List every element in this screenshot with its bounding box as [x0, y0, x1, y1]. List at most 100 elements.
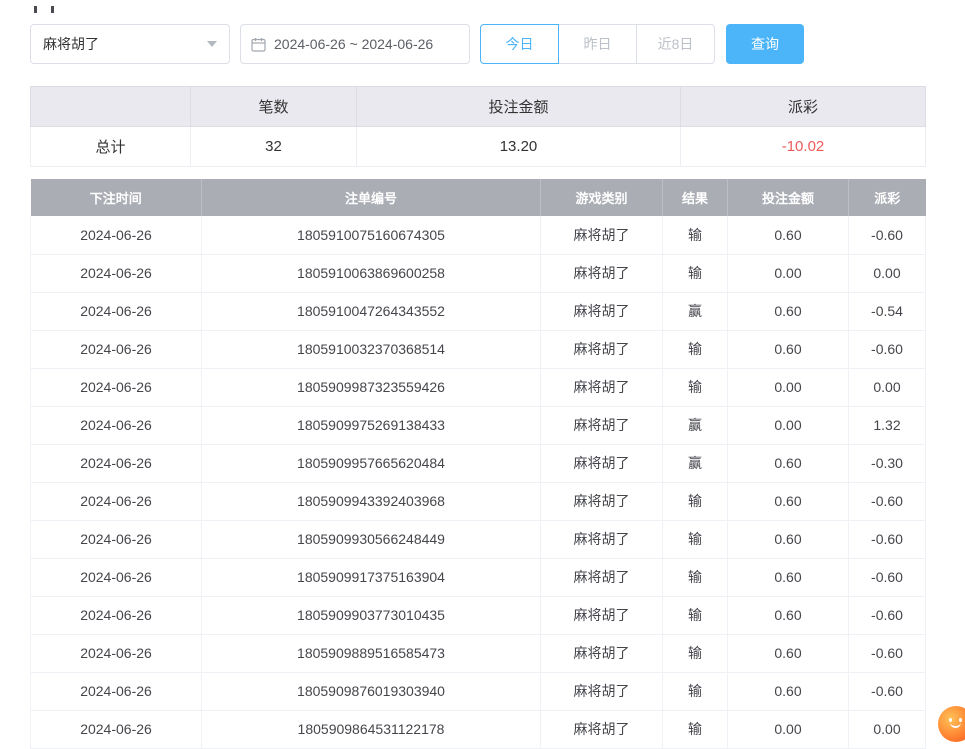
order-number-cell: 1805909957665620484: [202, 444, 541, 482]
bet-table-row: 2024-06-261805909889516585473麻将胡了输0.60-0…: [31, 634, 926, 672]
payout-cell: -0.60: [849, 634, 926, 672]
result-cell: 输: [663, 254, 728, 292]
header-bet-time: 下注时间: [31, 179, 202, 216]
bet-amount-cell: 0.60: [728, 216, 849, 254]
bet-time-cell: 2024-06-26: [31, 710, 202, 748]
result-cell: 输: [663, 558, 728, 596]
result-cell: 输: [663, 672, 728, 710]
game-type-cell: 麻将胡了: [541, 710, 663, 748]
bet-table-row: 2024-06-261805910075160674305麻将胡了输0.60-0…: [31, 216, 926, 254]
bet-table-row: 2024-06-261805909903773010435麻将胡了输0.60-0…: [31, 596, 926, 634]
order-number-cell: 1805910032370368514: [202, 330, 541, 368]
game-type-cell: 麻将胡了: [541, 368, 663, 406]
today-button[interactable]: 今日: [480, 24, 559, 64]
bet-table-row: 2024-06-261805910063869600258麻将胡了输0.000.…: [31, 254, 926, 292]
summary-table: 笔数 投注金额 派彩 总计 32 13.20 -10.02: [30, 86, 926, 167]
bet-time-cell: 2024-06-26: [31, 634, 202, 672]
payout-cell: 0.00: [849, 254, 926, 292]
order-number-cell: 1805909943392403968: [202, 482, 541, 520]
bet-table-row: 2024-06-261805909917375163904麻将胡了输0.60-0…: [31, 558, 926, 596]
bet-time-cell: 2024-06-26: [31, 368, 202, 406]
result-cell: 输: [663, 710, 728, 748]
result-cell: 赢: [663, 444, 728, 482]
bet-records-table: 下注时间 注单编号 游戏类别 结果 投注金额 派彩 2024-06-261805…: [30, 179, 926, 749]
summary-header-bet-amount: 投注金额: [357, 87, 681, 127]
chevron-down-icon: [207, 41, 217, 47]
order-number-cell: 1805909889516585473: [202, 634, 541, 672]
result-cell: 输: [663, 634, 728, 672]
game-select[interactable]: 麻将胡了: [30, 24, 230, 64]
game-type-cell: 麻将胡了: [541, 520, 663, 558]
payout-cell: 0.00: [849, 368, 926, 406]
bet-table-body: 2024-06-261805910075160674305麻将胡了输0.60-0…: [31, 216, 926, 748]
service-icon-smile: [950, 722, 961, 728]
betting-records-page: 麻将胡了 2024-06-26 ~ 2024-06-26 今日 昨日 近8日 查…: [30, 0, 926, 749]
bet-amount-cell: 0.60: [728, 558, 849, 596]
bet-amount-cell: 0.60: [728, 596, 849, 634]
summary-header-row: 笔数 投注金额 派彩: [31, 87, 926, 127]
calendar-icon: [251, 37, 266, 52]
order-number-cell: 1805909930566248449: [202, 520, 541, 558]
bet-table-row: 2024-06-261805909876019303940麻将胡了输0.60-0…: [31, 672, 926, 710]
order-number-cell: 1805909903773010435: [202, 596, 541, 634]
yesterday-button[interactable]: 昨日: [558, 24, 637, 64]
bet-amount-cell: 0.00: [728, 254, 849, 292]
date-range-input[interactable]: 2024-06-26 ~ 2024-06-26: [240, 24, 470, 64]
header-result: 结果: [663, 179, 728, 216]
bet-table-row: 2024-06-261805909987323559426麻将胡了输0.000.…: [31, 368, 926, 406]
bet-time-cell: 2024-06-26: [31, 292, 202, 330]
header-payout: 派彩: [849, 179, 926, 216]
bet-amount-cell: 0.60: [728, 634, 849, 672]
bet-time-cell: 2024-06-26: [31, 482, 202, 520]
result-cell: 输: [663, 368, 728, 406]
order-number-cell: 1805909864531122178: [202, 710, 541, 748]
bet-table-row: 2024-06-261805909943392403968麻将胡了输0.60-0…: [31, 482, 926, 520]
payout-cell: 1.32: [849, 406, 926, 444]
bet-table-row: 2024-06-261805909975269138433麻将胡了赢0.001.…: [31, 406, 926, 444]
order-number-cell: 1805910047264343552: [202, 292, 541, 330]
game-type-cell: 麻将胡了: [541, 406, 663, 444]
bet-time-cell: 2024-06-26: [31, 330, 202, 368]
header-order-number: 注单编号: [202, 179, 541, 216]
bet-table-row: 2024-06-261805910047264343552麻将胡了赢0.60-0…: [31, 292, 926, 330]
payout-cell: 0.00: [849, 710, 926, 748]
game-type-cell: 麻将胡了: [541, 292, 663, 330]
order-number-cell: 1805909917375163904: [202, 558, 541, 596]
order-number-cell: 1805909876019303940: [202, 672, 541, 710]
payout-cell: -0.60: [849, 520, 926, 558]
bet-amount-cell: 0.60: [728, 672, 849, 710]
game-type-cell: 麻将胡了: [541, 330, 663, 368]
game-type-cell: 麻将胡了: [541, 482, 663, 520]
bet-table-row: 2024-06-261805909930566248449麻将胡了输0.60-0…: [31, 520, 926, 558]
result-cell: 赢: [663, 292, 728, 330]
last8days-button[interactable]: 近8日: [636, 24, 715, 64]
game-type-cell: 麻将胡了: [541, 558, 663, 596]
game-type-cell: 麻将胡了: [541, 672, 663, 710]
order-number-cell: 1805910063869600258: [202, 254, 541, 292]
bet-time-cell: 2024-06-26: [31, 520, 202, 558]
query-button[interactable]: 查询: [726, 24, 804, 64]
result-cell: 赢: [663, 406, 728, 444]
customer-service-float-icon[interactable]: [938, 706, 965, 742]
header-game-type: 游戏类别: [541, 179, 663, 216]
game-type-cell: 麻将胡了: [541, 254, 663, 292]
summary-header-blank: [31, 87, 191, 127]
summary-bet-amount-value: 13.20: [357, 127, 681, 167]
bet-time-cell: 2024-06-26: [31, 596, 202, 634]
bet-table-row: 2024-06-261805909864531122178麻将胡了输0.000.…: [31, 710, 926, 748]
payout-cell: -0.30: [849, 444, 926, 482]
payout-cell: -0.54: [849, 292, 926, 330]
result-cell: 输: [663, 330, 728, 368]
game-type-cell: 麻将胡了: [541, 216, 663, 254]
filter-bar: 麻将胡了 2024-06-26 ~ 2024-06-26 今日 昨日 近8日 查…: [30, 24, 926, 64]
bet-amount-cell: 0.60: [728, 520, 849, 558]
payout-cell: -0.60: [849, 558, 926, 596]
summary-header-payout: 派彩: [681, 87, 926, 127]
bet-amount-cell: 0.60: [728, 292, 849, 330]
summary-count-value: 32: [191, 127, 357, 167]
summary-header-count: 笔数: [191, 87, 357, 127]
bet-amount-cell: 0.60: [728, 444, 849, 482]
payout-cell: -0.60: [849, 216, 926, 254]
payout-cell: -0.60: [849, 482, 926, 520]
bet-time-cell: 2024-06-26: [31, 558, 202, 596]
